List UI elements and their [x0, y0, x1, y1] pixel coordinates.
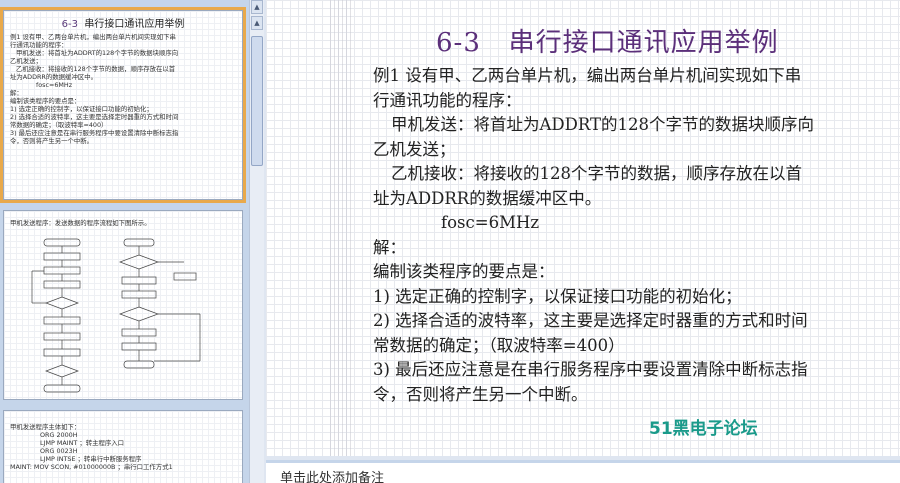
body-line: 乙机发送；: [373, 139, 456, 159]
thumb-3-code-line: MAINT: MOV SCON, #01000000B ；串行口工作方式1: [10, 463, 173, 471]
body-line: 行通讯功能的程序：: [373, 90, 522, 110]
thumb-1-line: 常数据的确定；（取波特率=400）: [10, 121, 108, 129]
thumb-1-number: 6-3: [61, 19, 78, 30]
slide-thumbnail-1[interactable]: 6-3 串行接口通讯应用举例 例1 设有甲、乙两台单片机，编出两台单片机间实现如…: [0, 7, 246, 203]
body-line: 编制该类程序的要点是：: [373, 262, 555, 281]
thumb-1-line: 3) 最后还应注意是在串行服务程序中要设置清除中断标志指: [10, 129, 179, 137]
body-line: 甲机发送：将首址为ADDRT的128个字节的数据块顺序向: [391, 115, 815, 134]
body-line: 址为ADDRR的数据缓冲区中。: [373, 188, 602, 208]
body-line: 1) 选定正确的控制字，以保证接口功能的初始化；: [373, 286, 742, 306]
thumb-1-line: 1) 选定正确的控制字，以保证接口功能的初始化；: [10, 105, 153, 113]
scroll-up-arrow-icon[interactable]: ▲: [251, 0, 263, 14]
thumb-1-line: 址为ADDRR的数据缓冲区中。: [10, 73, 98, 81]
thumb-1-line: 行通讯功能的程序：: [10, 41, 68, 49]
body-line: 乙机接收：将接收的128个字节的数据，顺序存放在以首: [391, 164, 802, 183]
slide-title-number: 6-3: [436, 28, 481, 58]
slide-canvas[interactable]: 6-3 串行接口通讯应用举例 例1 设有甲、乙两台单片机，编出两台单片机间实现如…: [266, 0, 900, 456]
thumb-3-code-line: ORG 2000H: [40, 431, 78, 439]
forum-watermark: 51黑电子论坛: [649, 419, 758, 439]
thumb-1-line: fosc=6MHz: [36, 81, 73, 89]
notes-pane[interactable]: 单击此处添加备注: [266, 460, 900, 483]
thumb-3-code-line: LJMP INTSE ；转串行中断服务程序: [40, 455, 142, 463]
thumb-3-code-line: LJMP MAINT ；转主程序入口: [40, 439, 125, 447]
body-line: 例1 设有甲、乙两台单片机，编出两台单片机间实现如下串: [373, 66, 802, 85]
body-line: 令，否则将产生另一个中断。: [373, 384, 588, 404]
scroll-up-page-icon[interactable]: ▲: [251, 16, 263, 30]
body-line: 常数据的确定；（取波特率=400）: [373, 335, 625, 355]
body-line: fosc=6MHz: [441, 213, 540, 232]
thumb-1-line: 解：: [10, 89, 23, 97]
slide-title-text: 串行接口通讯应用举例: [508, 28, 779, 58]
thumb-1-title-text: 串行接口通讯应用举例: [84, 19, 185, 30]
notes-placeholder[interactable]: 单击此处添加备注: [280, 467, 384, 483]
powerpoint-window: 6-3 串行接口通讯应用举例 例1 设有甲、乙两台单片机，编出两台单片机间实现如…: [0, 0, 900, 483]
thumb-2-flowchart: [31, 238, 201, 393]
body-line: 2) 选择合适的波特率，这主要是选择定时器重的方式和时间: [373, 311, 808, 330]
thumb-3-caption: 甲机发送程序主体如下：: [10, 423, 81, 431]
thumb-1-line: 编制该类程序的要点是：: [10, 97, 81, 105]
slide-decoration-stripe: [330, 0, 354, 456]
body-line: 3) 最后还应注意是在串行服务程序中要设置清除中断标志指: [373, 360, 808, 379]
slide-body-text[interactable]: 例1 设有甲、乙两台单片机，编出两台单片机间实现如下串 行通讯功能的程序： 甲机…: [373, 64, 893, 407]
thumbnail-scrollbar[interactable]: ▲ ▲: [249, 0, 264, 483]
slide-thumbnail-pane[interactable]: 6-3 串行接口通讯应用举例 例1 设有甲、乙两台单片机，编出两台单片机间实现如…: [0, 0, 264, 483]
thumb-1-line: 乙机发送；: [10, 57, 42, 65]
thumb-1-line: 例1 设有甲、乙两台单片机，编出两台单片机间实现如下串: [10, 33, 176, 41]
thumb-1-line: 令，否则将产生另一个中断。: [10, 137, 94, 145]
thumb-1-line: 甲机发送：将首址为ADDRT的128个字节的数据块顺序向: [16, 49, 179, 57]
scroll-thumb[interactable]: [251, 36, 263, 166]
thumb-1-line: 2) 选择合适的波特率，这主要是选择定时器重的方式和时间: [10, 113, 179, 121]
body-line: 解：: [373, 237, 406, 257]
slide-thumbnail-2[interactable]: 甲机发送程序：发送数据的程序流程如下图所示。: [3, 210, 243, 400]
thumb-3-code-line: ORG 0023H: [40, 447, 78, 455]
slide-thumbnail-3[interactable]: 甲机发送程序主体如下： ORG 2000H LJMP MAINT ；转主程序入口…: [3, 410, 243, 483]
thumb-1-title: 6-3 串行接口通讯应用举例: [4, 11, 242, 33]
slide-title[interactable]: 6-3 串行接口通讯应用举例: [436, 22, 779, 59]
thumb-1-line: 乙机接收：将接收的128个字节的数据，顺序存放在以首: [16, 65, 176, 73]
